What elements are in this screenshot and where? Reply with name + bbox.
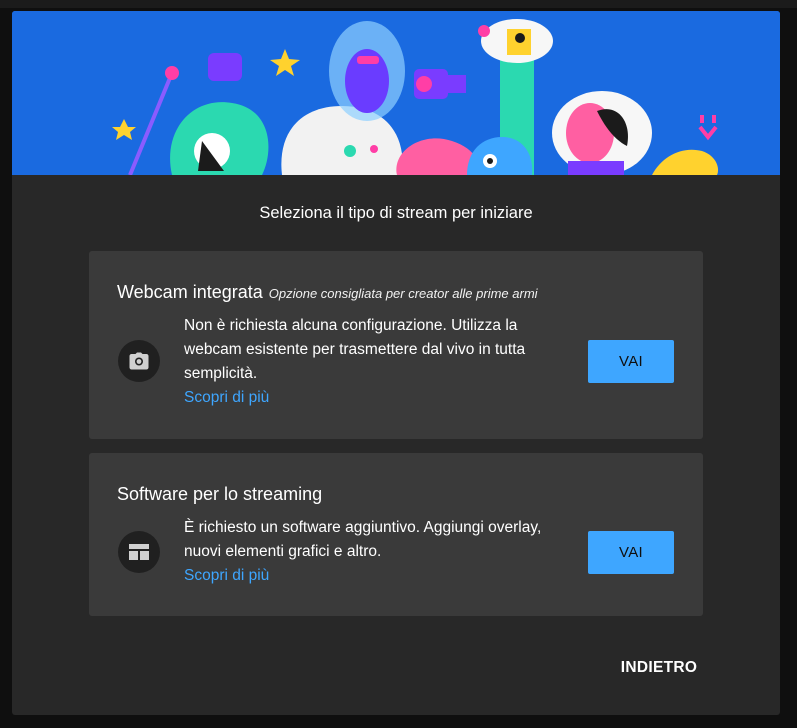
- learn-more-link[interactable]: Scopri di più: [184, 386, 574, 410]
- option-title-row: Software per lo streaming: [117, 484, 322, 505]
- back-button[interactable]: INDIETRO: [604, 655, 714, 681]
- option-description-block: Non è richiesta alcuna configurazione. U…: [184, 314, 574, 410]
- option-title: Software per lo streaming: [117, 484, 323, 504]
- camera-icon: [118, 340, 160, 382]
- illustration-banner: [12, 11, 780, 175]
- go-button-webcam[interactable]: VAI: [588, 340, 674, 383]
- stream-type-dialog: Seleziona il tipo di stream per iniziare…: [12, 11, 780, 715]
- option-description-block: È richiesto un software aggiuntivo. Aggi…: [184, 516, 574, 588]
- option-title: Webcam integrata: [117, 282, 263, 302]
- layout-icon: [118, 531, 160, 573]
- option-card-software: Software per lo streaming È richiesto un…: [89, 453, 703, 616]
- option-description: Non è richiesta alcuna configurazione. U…: [184, 317, 526, 382]
- option-title-row: Webcam integrata Opzione consigliata per …: [117, 282, 538, 303]
- creators-illustration: [12, 11, 780, 175]
- option-card-webcam: Webcam integrata Opzione consigliata per …: [89, 251, 703, 439]
- learn-more-link[interactable]: Scopri di più: [184, 564, 574, 588]
- option-description: È richiesto un software aggiuntivo. Aggi…: [184, 519, 542, 560]
- option-subtitle: Opzione consigliata per creator alle pri…: [268, 286, 538, 301]
- go-button-software[interactable]: VAI: [588, 531, 674, 574]
- dialog-heading: Seleziona il tipo di stream per iniziare: [259, 204, 533, 222]
- background-strip: [0, 0, 797, 8]
